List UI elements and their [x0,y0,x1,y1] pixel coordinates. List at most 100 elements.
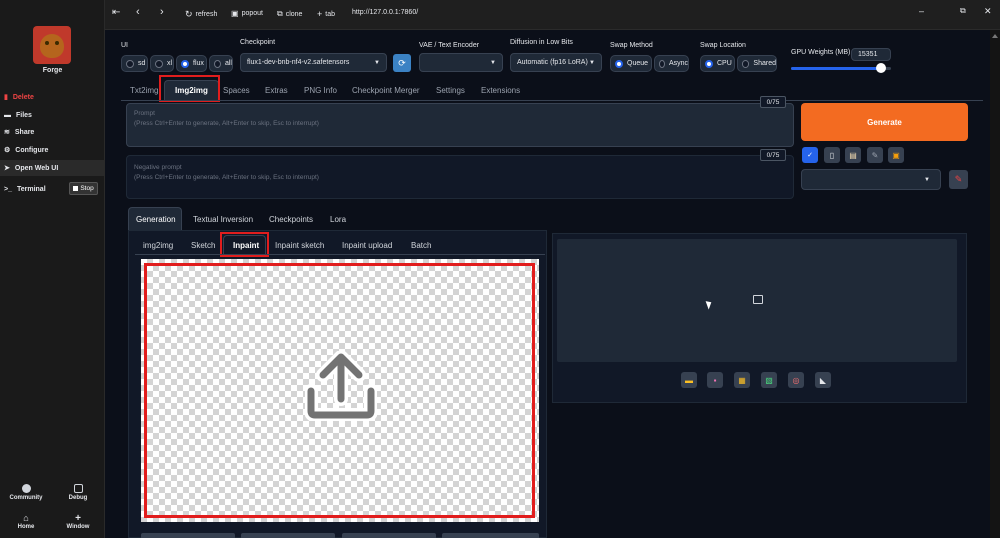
tab-txt2img[interactable]: Txt2img [130,86,158,95]
forward-icon[interactable]: › [160,6,164,18]
vae-dropdown[interactable]: ▼ [419,53,503,72]
negative-prompt-textarea[interactable]: Negative prompt (Press Ctrl+Enter to gen… [126,155,794,199]
restore-icon[interactable]: ⧉ [960,6,966,16]
scrollbar[interactable] [990,30,1000,538]
scroll-up-icon[interactable] [992,34,998,38]
output-image-area [557,239,957,362]
url-text[interactable]: http://127.0.0.1:7860/ [352,9,418,16]
clone-button[interactable]: ⧉ clone [277,9,302,19]
prompt-textarea[interactable]: Prompt (Press Ctrl+Enter to generate, Al… [126,103,794,147]
gpu-weights-slider-fill [791,67,881,70]
community-icon [21,484,31,493]
new-tab-button[interactable]: + tab [317,9,335,19]
refresh-checkpoint-button[interactable]: ⟳ [393,54,411,72]
swap-method-async[interactable]: Async [654,55,689,72]
tab-textual-inversion[interactable]: Textual Inversion [193,215,253,224]
open-folder-icon[interactable]: ▬ [681,372,697,388]
canvas-action-button[interactable] [241,533,335,538]
sidebar: Forge ▮ Delete ▬ Files ≋ Share ⚙ Configu… [0,0,105,538]
sidebar-item-share[interactable]: ≋ Share [0,124,105,140]
tab-img2img-sub[interactable]: img2img [143,241,173,250]
tab-inpaint-sketch[interactable]: Inpaint sketch [275,241,324,250]
window-label: Window [66,524,90,530]
tab-label: tab [325,10,335,18]
diffusion-dropdown[interactable]: Automatic (fp16 LoRA) ▼ [510,53,602,72]
mouse-cursor-icon [705,299,714,310]
send-to-extras-icon[interactable]: ◎ [788,372,804,388]
popout-button[interactable]: ▣ popout [231,9,263,18]
checkpoint-dropdown[interactable]: flux1-dev-bnb-nf4-v2.safetensors ▼ [240,53,387,72]
home-button[interactable]: ⌂ Home [6,514,46,531]
ruler-icon[interactable]: ◣ [815,372,831,388]
tab-batch[interactable]: Batch [411,241,431,250]
swap-location-cpu[interactable]: CPU [700,55,735,72]
window-button[interactable]: + Window [58,514,98,531]
minimize-icon[interactable]: – [919,6,924,16]
top-bar: ⇤ ‹ › ↻ refresh ▣ popout ⧉ clone + tab http:… [105,0,1000,30]
swap-location-shared[interactable]: Shared [737,55,777,72]
debug-button[interactable]: Debug [58,484,98,501]
canvas-action-button[interactable] [141,533,235,538]
canvas-action-button[interactable] [342,533,436,538]
highlight-box-canvas [144,263,535,518]
tab-generation[interactable]: Generation [136,215,176,224]
prompt-placeholder: (Press Ctrl+Enter to generate, Alt+Enter… [134,120,319,127]
gpu-weights-slider-thumb[interactable] [876,63,886,73]
back-icon[interactable]: ‹ [136,6,140,18]
sidebar-item-files[interactable]: ▬ Files [0,107,105,123]
diffusion-label: Diffusion in Low Bits [510,39,573,46]
tab-settings[interactable]: Settings [436,86,465,95]
edit-styles-button[interactable]: ✎ [949,170,968,189]
swap-method-queue[interactable]: Queue [610,55,652,72]
refresh-icon: ⟳ [398,57,406,68]
tab-extensions[interactable]: Extensions [481,86,520,95]
tab-checkpoint-merger[interactable]: Checkpoint Merger [352,86,420,95]
send-to-inpaint-icon[interactable]: ▧ [761,372,777,388]
checkbox-icon[interactable]: ✓ [802,147,818,163]
radio-icon [214,59,221,68]
canvas-action-button[interactable] [442,533,539,538]
trash-icon[interactable]: ▯ [824,147,840,163]
clipboard-icon[interactable]: ▤ [845,147,861,163]
rocket-icon: ➤ [4,165,10,172]
brush-icon[interactable]: ✎ [867,147,883,163]
radio-label: Queue [627,60,649,67]
clone-icon: ⧉ [277,9,283,18]
debug-icon [73,484,83,493]
app-name: Forge [42,67,63,74]
tab-png-info[interactable]: PNG Info [304,86,337,95]
ui-option-all[interactable]: all [209,55,233,72]
radio-label: all [224,60,232,67]
tab-extras[interactable]: Extras [265,86,288,95]
gpu-weights-value: 15351 [858,51,878,58]
styles-dropdown[interactable]: ▼ [801,169,941,190]
exit-icon[interactable]: ⇤ [112,7,120,18]
ui-option-sd[interactable]: sd [121,55,148,72]
checkpoint-value: flux1-dev-bnb-nf4-v2.safetensors [247,59,350,66]
sidebar-item-delete[interactable]: ▮ Delete [0,89,105,105]
prompt-label: Prompt [134,110,155,117]
gpu-weights-slider[interactable] [791,63,891,73]
clone-label: clone [285,10,303,18]
sidebar-item-open-web-ui[interactable]: ➤ Open Web UI [0,160,105,176]
ui-option-xl[interactable]: xl [150,55,174,72]
tab-sketch[interactable]: Sketch [191,241,215,250]
package-icon[interactable]: ▣ [888,147,904,163]
img-tab-divider [135,254,545,255]
sidebar-item-configure[interactable]: ⚙ Configure [0,142,105,158]
gpu-weights-input[interactable]: 15351 [851,48,891,61]
stop-button[interactable]: Stop [69,182,98,195]
tab-lora[interactable]: Lora [330,215,346,224]
app-logo [33,26,71,64]
tab-checkpoints[interactable]: Checkpoints [269,215,313,224]
refresh-button[interactable]: ↻ refresh [185,9,217,20]
tab-divider [121,100,983,101]
save-icon[interactable]: ▪ [707,372,723,388]
send-to-img2img-icon[interactable]: ▦ [734,372,750,388]
ui-option-flux[interactable]: flux [176,55,207,72]
generate-button[interactable]: Generate [801,103,968,141]
community-button[interactable]: Community [6,484,46,501]
tab-inpaint-upload[interactable]: Inpaint upload [342,241,392,250]
close-icon[interactable]: ✕ [984,6,992,17]
tab-spaces[interactable]: Spaces [223,86,250,95]
